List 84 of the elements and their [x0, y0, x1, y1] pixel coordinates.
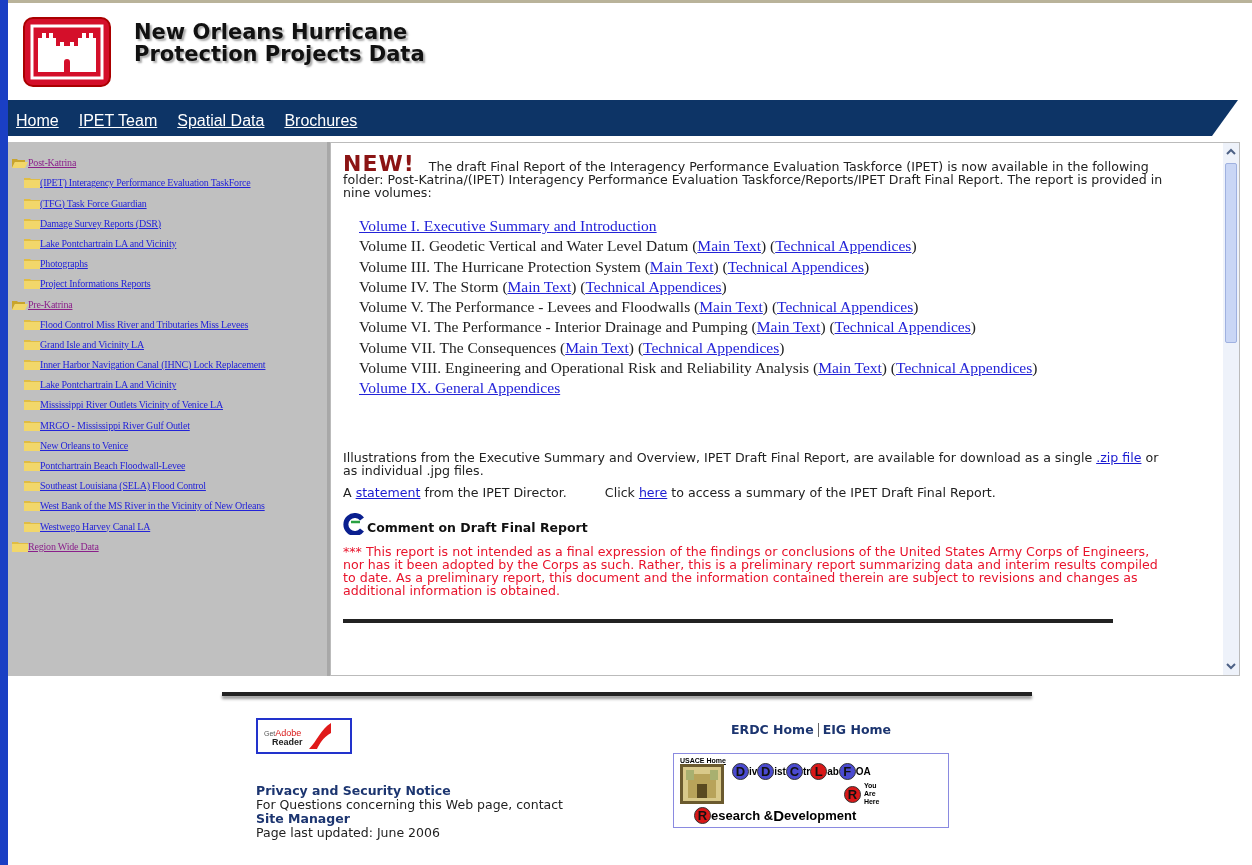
- volume-link[interactable]: Main Text: [699, 298, 763, 316]
- volume-link[interactable]: Technical Appendices: [643, 338, 780, 356]
- nav-link[interactable]: Spatial Data: [177, 112, 265, 130]
- nav-link[interactable]: Brochures: [284, 112, 358, 130]
- folder-icon: [24, 419, 40, 431]
- site-manager-link[interactable]: Site Manager: [256, 812, 350, 826]
- volume-link[interactable]: Main Text: [649, 257, 714, 275]
- folder-icon: [24, 318, 40, 330]
- volume-link[interactable]: Technical Appendices: [727, 257, 864, 275]
- folder-icon: [24, 480, 40, 492]
- tree-item[interactable]: Inner Harbor Navigation Canal (IHNC) Lock Replacement: [40, 359, 266, 371]
- volume-link[interactable]: Main Text: [697, 237, 761, 255]
- folder-icon: [24, 460, 40, 471]
- tree-item[interactable]: Damage Survey Reports (DSR): [40, 217, 161, 229]
- last-updated-text: Page last updated: June 2006: [256, 826, 441, 840]
- volume-link[interactable]: Volume I. Executive Summary and Introduction: [359, 217, 657, 234]
- tree-item[interactable]: New Orleans to Venice: [40, 439, 129, 451]
- text-link[interactable]: statement: [355, 484, 421, 500]
- folder-icon: [24, 217, 40, 229]
- tree-item[interactable]: Mississippi River Outlets Vicinity of Venice LA: [40, 399, 223, 411]
- comment-link[interactable]: Comment on Draft Final Report: [367, 519, 588, 535]
- volume-link[interactable]: Technical Appendices: [585, 277, 722, 295]
- volume-entry: Volume VIII. Engineering and Operational Risk and Reliability Analysis (Main Text) (Technical Appendices): [359, 358, 1039, 379]
- tree-item[interactable]: Westwego Harvey Canal LA: [40, 520, 151, 532]
- comment-icon: [343, 512, 365, 535]
- privacy-link[interactable]: Privacy and Security Notice: [256, 784, 451, 798]
- intro-text: NEW! The draft Final Report of the Interagency Performance Evaluation Taskforce (IPET) is now available in the following folder: Post-Katrina/(IPET) Interagency Performance Evaluation Taskforce/Reports/IPET Draft Final Report. The report is provided in nine volumes:: [343, 157, 1164, 199]
- nav-link[interactable]: IPET Team: [78, 112, 158, 130]
- folder-icon: [24, 197, 40, 209]
- tree-item[interactable]: Post-Katrina: [28, 157, 77, 169]
- folder-icon: [24, 359, 40, 371]
- tree-item[interactable]: Pre-Katrina: [28, 298, 73, 310]
- paragraph: Illustrations from the Executive Summary and Overview, IPET Draft Final Report, are available for download as a single .zip file or as individual .jpg files.: [343, 450, 1160, 477]
- tree-item[interactable]: West Bank of the MS River in the Vicinity of New Orleans: [40, 500, 265, 512]
- volume-link[interactable]: Technical Appendices: [834, 318, 971, 336]
- volume-link[interactable]: Volume IX. General Appendices: [359, 379, 561, 397]
- volume-link[interactable]: Technical Appendices: [777, 298, 914, 316]
- ribbon-icon: [306, 721, 333, 751]
- tree-item[interactable]: (IPET) Interagency Performance Evaluation TaskForce: [40, 177, 251, 189]
- folder-icon: [24, 379, 40, 391]
- tree-item[interactable]: (TFG) Task Force Guardian: [40, 197, 147, 209]
- volume-entry: Volume V. The Performance - Levees and Floodwalls (Main Text) (Technical Appendices): [359, 297, 920, 318]
- volume-link[interactable]: Technical Appendices: [775, 237, 912, 255]
- tree-item[interactable]: Pontchartrain Beach Floodwall-Levee: [40, 460, 186, 471]
- volume-entry: Volume VII. The Consequences (Main Text) (Technical Appendices): [359, 337, 786, 358]
- folder-icon: [24, 500, 40, 512]
- tree-item[interactable]: Project Informations Reports: [40, 278, 151, 290]
- paragraph: A statement from the IPET Director. Click here to access a summary of the IPET Draft Final Report.: [343, 485, 997, 499]
- tree-item[interactable]: Southeast Louisiana (SELA) Flood Control: [40, 480, 206, 492]
- site-title: New Orleans Hurricane Protection Projects Data: [134, 20, 425, 65]
- folder-icon: [24, 338, 40, 350]
- home-link[interactable]: ERDC Home: [731, 722, 814, 737]
- nav-link[interactable]: Home: [16, 112, 59, 130]
- research-development-title: R esearch &Development: [694, 807, 942, 824]
- scrollbar[interactable]: [1223, 143, 1239, 675]
- volume-link[interactable]: Technical Appendices: [896, 359, 1033, 377]
- text-link[interactable]: here: [638, 484, 668, 500]
- volume-link[interactable]: Main Text: [756, 318, 821, 336]
- folder-icon: [24, 520, 40, 532]
- volume-link[interactable]: Main Text: [507, 277, 572, 295]
- tree-item[interactable]: Lake Pontchartrain LA and Vicinity: [40, 379, 177, 391]
- tree-item[interactable]: Lake Pontchartrain LA and Vicinity: [40, 237, 177, 249]
- text-link[interactable]: .zip file: [1096, 449, 1142, 465]
- volume-entry: Volume III. The Hurricane Protection System (Main Text) (Technical Appendices): [359, 256, 871, 277]
- tree-item[interactable]: Photographs: [40, 258, 88, 270]
- folder-icon: [24, 237, 40, 249]
- tree-item[interactable]: MRGO - Mississippi River Gulf Outlet: [40, 419, 190, 431]
- folder-icon: [24, 278, 40, 290]
- home-link[interactable]: EIG Home: [822, 722, 891, 737]
- folder-icon: [24, 177, 40, 189]
- volume-link[interactable]: Main Text: [818, 359, 882, 377]
- current-level-marker: R: [843, 785, 861, 803]
- tree-item[interactable]: Flood Control Miss River and Tributaries Miss Levees: [40, 318, 249, 330]
- folder-icon: [24, 399, 40, 411]
- volume-entry: Volume VI. The Performance - Interior Drainage and Pumping (Main Text) (Technical Appendices): [359, 317, 977, 338]
- tree-item[interactable]: Region Wide Data: [28, 540, 99, 552]
- contact-text: For Questions concerning this Web page, contact: [256, 798, 564, 812]
- folder-icon: [24, 258, 40, 270]
- tree-item[interactable]: Grand Isle and Vicinity LA: [40, 338, 144, 350]
- disclaimer-text: *** This report is not intended as a final expression of the findings or conclusions of the United States Army Corps of Engineers, nor has it been adopted by the Corps as such. Rather, this is a preliminary report summarizing data and interim results compiled to date. As a preliminary report, this document and the information contained therein are subject to revisions and changes as additional information is obtained.: [343, 544, 1159, 597]
- volume-link[interactable]: Main Text: [565, 338, 629, 356]
- volume-entry: Volume II. Geodetic Vertical and Water Level Datum (Main Text) (Technical Appendices): [359, 236, 918, 257]
- folder-icon: [24, 439, 40, 451]
- volume-entry: Volume IV. The Storm (Main Text) (Technical Appendices): [359, 276, 728, 297]
